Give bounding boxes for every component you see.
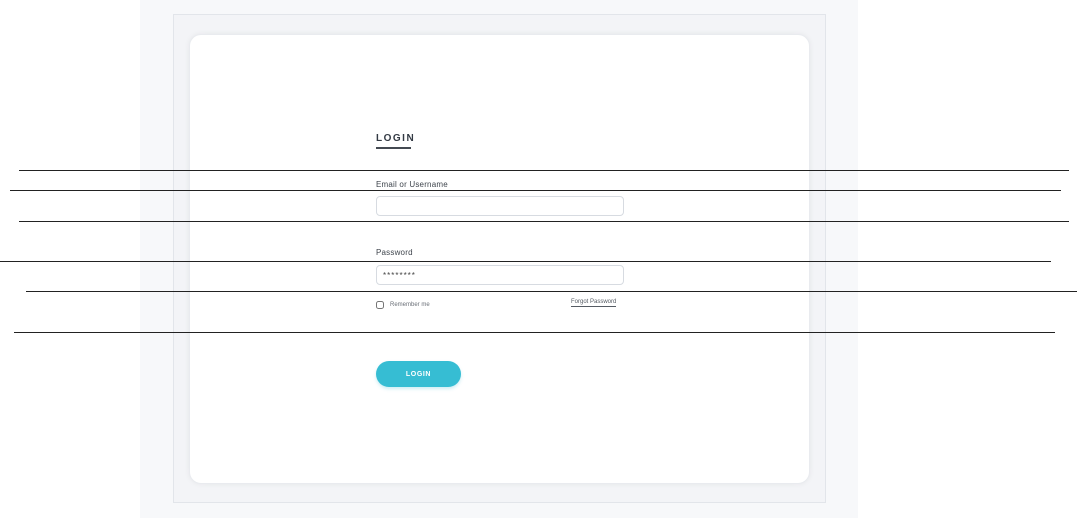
email-label: Email or Username (376, 180, 448, 189)
divider-line (19, 221, 1069, 222)
login-card (189, 34, 810, 484)
forgot-password-link[interactable]: Forgot Password (571, 299, 617, 307)
email-field[interactable] (376, 196, 624, 216)
password-field[interactable] (376, 265, 624, 285)
divider-line (14, 332, 1055, 333)
password-label: Password (376, 248, 413, 257)
divider-line (26, 291, 1077, 292)
remember-me-checkbox[interactable] (376, 301, 384, 309)
remember-me-label: Remember me (390, 302, 430, 308)
divider-line (19, 170, 1069, 171)
title-underline (376, 147, 411, 149)
login-title: LOGIN (376, 133, 416, 144)
divider-line (0, 261, 1051, 262)
login-button[interactable]: LOGIN (376, 361, 461, 387)
remember-me[interactable]: Remember me (376, 300, 430, 310)
divider-line (10, 190, 1061, 191)
